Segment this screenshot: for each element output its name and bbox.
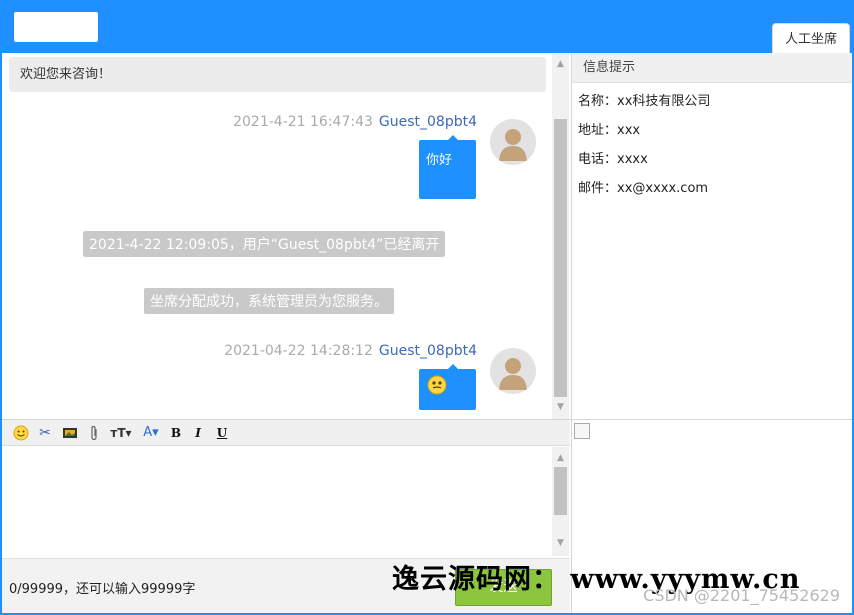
broken-image-icon [574, 423, 590, 439]
info-email: 邮件：xx@xxxx.com [578, 181, 709, 196]
message-sender: Guest_08pbt4 [378, 114, 477, 130]
csdn-watermark: CSDN @2201_75452629 [643, 586, 840, 605]
scroll-down-arrow-icon[interactable]: ▼ [552, 399, 569, 416]
system-notice: 坐席分配成功，系统管理员为您服务。 [144, 288, 394, 314]
char-counter: 0/99999，还可以输入99999字 [9, 582, 196, 597]
info-phone: 电话：xxxx [578, 152, 648, 167]
smiley-emoji-icon [427, 375, 447, 399]
welcome-message: 欢迎您来咨询！ [9, 57, 546, 92]
font-color-icon[interactable]: A▾ [140, 424, 162, 442]
header-bar: 人工坐席 [2, 2, 852, 53]
info-panel: 信息提示 名称：xx科技有限公司 地址：xxx 电话：xxxx 邮件：xx@xx… [571, 53, 852, 419]
bold-button[interactable]: B [168, 424, 184, 442]
underline-button[interactable]: U [214, 424, 230, 442]
scroll-down-arrow-icon[interactable]: ▼ [552, 535, 569, 552]
editor-scrollbar[interactable]: ▲ ▼ [552, 447, 569, 556]
info-address: 地址：xxx [578, 123, 641, 138]
scrollbar-thumb[interactable] [554, 467, 567, 515]
scissors-icon[interactable]: ✂ [36, 424, 54, 442]
scroll-up-arrow-icon[interactable]: ▲ [552, 450, 569, 467]
chat-scrollbar[interactable]: ▲ ▼ [552, 53, 569, 419]
message-sender: Guest_08pbt4 [378, 343, 477, 359]
message-text: 你好 [426, 153, 453, 168]
message-bubble [419, 364, 476, 410]
image-icon[interactable] [60, 424, 80, 442]
message-time: 2021-4-21 16:47:43 [233, 114, 373, 130]
message-input[interactable] [2, 447, 552, 556]
logo-placeholder [14, 12, 98, 42]
emoji-icon[interactable] [12, 424, 30, 442]
message-meta: 2021-4-21 16:47:43 Guest_08pbt4 [233, 114, 477, 130]
user-avatar [490, 348, 536, 394]
scrollbar-thumb[interactable] [554, 119, 567, 397]
scroll-up-arrow-icon[interactable]: ▲ [552, 56, 569, 73]
info-panel-title: 信息提示 [572, 53, 852, 83]
font-size-icon[interactable]: ᴛT▾ [108, 424, 134, 442]
message-time: 2021-04-22 14:28:12 [224, 343, 373, 359]
editor-toolbar: ✂ ᴛT▾ A▾ B I U [2, 420, 570, 446]
paperclip-icon[interactable] [86, 424, 102, 442]
chat-history: 欢迎您来咨询！ 2021-4-21 16:47:43 Guest_08pbt4 你… [2, 53, 552, 419]
user-avatar [490, 119, 536, 165]
system-notice: 2021-4-22 12:09:05，用户“Guest_08pbt4”已经离开 [83, 231, 446, 257]
info-company: 名称：xx科技有限公司 [578, 94, 711, 109]
message-bubble: 你好 [419, 135, 476, 199]
message-meta: 2021-04-22 14:28:12 Guest_08pbt4 [224, 343, 477, 359]
tab-human-agent[interactable]: 人工坐席 [772, 23, 850, 53]
italic-button[interactable]: I [190, 424, 206, 442]
